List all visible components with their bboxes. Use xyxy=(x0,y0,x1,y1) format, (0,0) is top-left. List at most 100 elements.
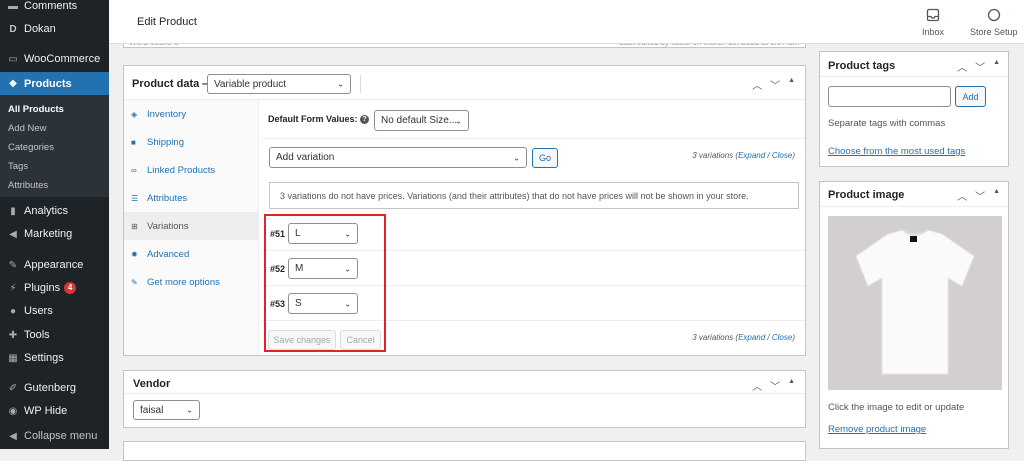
default-form-label: Default Form Values: xyxy=(268,114,358,124)
product-tags-title: Product tags xyxy=(828,60,896,72)
users-icon: ● xyxy=(9,305,17,317)
products-icon: ◆ xyxy=(9,78,17,89)
tab-variations[interactable]: ⊞ Variations xyxy=(124,212,259,240)
collapse-icon: ◀ xyxy=(9,430,17,442)
tab-linked-products[interactable]: ∞ Linked Products xyxy=(124,156,259,184)
tab-shipping[interactable]: ■ Shipping xyxy=(124,128,259,156)
toggle-panel-icon[interactable]: ▲ xyxy=(993,188,1000,203)
variations-summary-top: 3 variations (Expand / Close) xyxy=(692,151,795,160)
sidebar-item-woocommerce[interactable]: ▭ WooCommerce xyxy=(0,48,109,70)
expand-link[interactable]: Expand xyxy=(738,151,765,160)
sidebar-item-plugins[interactable]: ⚡ Plugins 4 xyxy=(0,277,109,299)
chevron-down-icon: ⌄ xyxy=(455,116,462,125)
sidebar-item-analytics[interactable]: ▮ Analytics xyxy=(0,200,109,222)
truck-icon: ■ xyxy=(131,137,136,147)
go-button[interactable]: Go xyxy=(532,148,558,168)
toggle-panel-icon[interactable]: ▲ xyxy=(993,59,1000,74)
sidebar-item-users[interactable]: ● Users xyxy=(0,300,109,322)
submenu-add-new[interactable]: Add New xyxy=(8,123,47,134)
product-data-panel: Product data — Variable product ⌄ ︿ ﹀ ▲ ◈ In… xyxy=(123,65,806,356)
product-type-select[interactable]: Variable product ⌄ xyxy=(207,74,351,94)
product-data-title: Product data — xyxy=(132,78,214,90)
submenu-categories[interactable]: Categories xyxy=(8,142,54,153)
inventory-icon: ◈ xyxy=(131,109,138,119)
vendor-title: Vendor xyxy=(133,378,171,390)
image-hint: Click the image to edit or update xyxy=(828,402,965,413)
move-up-icon[interactable]: ︿ xyxy=(957,59,967,74)
sidebar-item-appearance[interactable]: ✎ Appearance xyxy=(0,254,109,276)
vendor-panel: Vendor ︿ ﹀ ▲ faisal ⌄ xyxy=(123,370,806,428)
close-link[interactable]: Close xyxy=(772,151,792,160)
move-up-icon[interactable]: ︿ xyxy=(752,77,762,92)
sidebar-item-gutenberg[interactable]: ✐ Gutenberg xyxy=(0,377,109,399)
tab-attributes[interactable]: ☰ Attributes xyxy=(124,184,259,212)
panel-controls: ︿ ﹀ ▲ xyxy=(957,188,1000,203)
panel-controls: ︿ ﹀ ▲ xyxy=(752,378,795,393)
choose-tags-link[interactable]: Choose from the most used tags xyxy=(828,146,965,157)
comments-icon: ▬ xyxy=(8,0,18,12)
tab-inventory[interactable]: ◈ Inventory xyxy=(124,100,259,128)
submenu-all-products[interactable]: All Products xyxy=(8,104,64,115)
chevron-down-icon: ⌄ xyxy=(186,405,193,415)
add-tag-button[interactable]: Add xyxy=(955,86,986,107)
move-up-icon[interactable]: ︿ xyxy=(752,378,762,393)
expand-link[interactable]: Expand xyxy=(738,333,765,342)
variations-summary-bottom: 3 variations (Expand / Close) xyxy=(692,333,795,342)
add-variation-select[interactable]: Add variation ⌄ xyxy=(269,147,527,168)
product-tags-panel: Product tags ︿ ﹀ ▲ Add Separate tags with … xyxy=(819,51,1009,167)
admin-sidebar: ▬ Comments D Dokan ▭ WooCommerce ◆ Products … xyxy=(0,0,109,449)
remove-image-link[interactable]: Remove product image xyxy=(828,424,926,435)
top-bar: Edit Product Inbox Store Setup xyxy=(109,0,1024,44)
list-icon: ☰ xyxy=(131,193,139,203)
tab-get-more-options[interactable]: ✎ Get more options xyxy=(124,268,259,296)
inbox-button[interactable]: Inbox xyxy=(922,8,944,37)
header-divider xyxy=(360,75,361,93)
close-link[interactable]: Close xyxy=(772,333,792,342)
sidebar-item-settings[interactable]: ▦ Settings xyxy=(0,347,109,369)
move-down-icon[interactable]: ﹀ xyxy=(770,378,780,393)
help-icon[interactable]: ? xyxy=(360,115,369,124)
store-setup-button[interactable]: Store Setup xyxy=(970,8,1018,37)
page-title: Edit Product xyxy=(137,16,197,28)
default-size-select[interactable]: No default Size... ⌄ xyxy=(374,110,469,131)
plugins-icon: ⚡ xyxy=(9,282,17,294)
next-panel xyxy=(123,441,806,461)
store-setup-icon xyxy=(987,8,1000,22)
submenu-attributes[interactable]: Attributes xyxy=(8,180,48,191)
highlight-box xyxy=(264,214,386,352)
vendor-select[interactable]: faisal ⌄ xyxy=(133,400,200,420)
toggle-panel-icon[interactable]: ▲ xyxy=(788,77,795,92)
chevron-down-icon: ⌄ xyxy=(337,79,344,89)
plugins-update-badge: 4 xyxy=(64,282,77,294)
submenu-tags[interactable]: Tags xyxy=(8,161,28,172)
sidebar-item-tools[interactable]: ✚ Tools xyxy=(0,324,109,346)
move-down-icon[interactable]: ﹀ xyxy=(975,59,985,74)
settings-icon: ▦ xyxy=(8,352,18,364)
tshirt-image xyxy=(855,229,975,375)
tags-hint: Separate tags with commas xyxy=(828,118,946,129)
tab-advanced[interactable]: ✹ Advanced xyxy=(124,240,259,268)
sidebar-item-wp-hide[interactable]: ◉ WP Hide xyxy=(0,400,109,422)
chevron-down-icon: ⌄ xyxy=(513,153,520,162)
woocommerce-icon: ▭ xyxy=(8,53,18,65)
collapse-menu-button[interactable]: ◀ Collapse menu xyxy=(0,425,109,447)
tag-input[interactable] xyxy=(828,86,951,107)
move-up-icon[interactable]: ︿ xyxy=(957,188,967,203)
product-image[interactable] xyxy=(828,216,1002,390)
sidebar-item-comments[interactable]: ▬ Comments xyxy=(0,0,109,17)
toggle-panel-icon[interactable]: ▲ xyxy=(788,378,795,393)
gear-icon: ✹ xyxy=(131,249,138,259)
tools-icon: ✚ xyxy=(8,329,18,341)
sidebar-item-products[interactable]: ◆ Products xyxy=(0,72,109,95)
grid-icon: ⊞ xyxy=(131,221,138,231)
plugin-icon: ✎ xyxy=(131,277,138,287)
sidebar-item-marketing[interactable]: ◀ Marketing xyxy=(0,223,109,245)
sidebar-item-dokan[interactable]: D Dokan xyxy=(0,18,109,40)
link-icon: ∞ xyxy=(131,165,137,175)
divider xyxy=(820,76,1008,77)
panel-controls: ︿ ﹀ ▲ xyxy=(957,59,1000,74)
divider xyxy=(820,206,1008,207)
appearance-icon: ✎ xyxy=(8,259,18,271)
move-down-icon[interactable]: ﹀ xyxy=(975,188,985,203)
move-down-icon[interactable]: ﹀ xyxy=(770,77,780,92)
